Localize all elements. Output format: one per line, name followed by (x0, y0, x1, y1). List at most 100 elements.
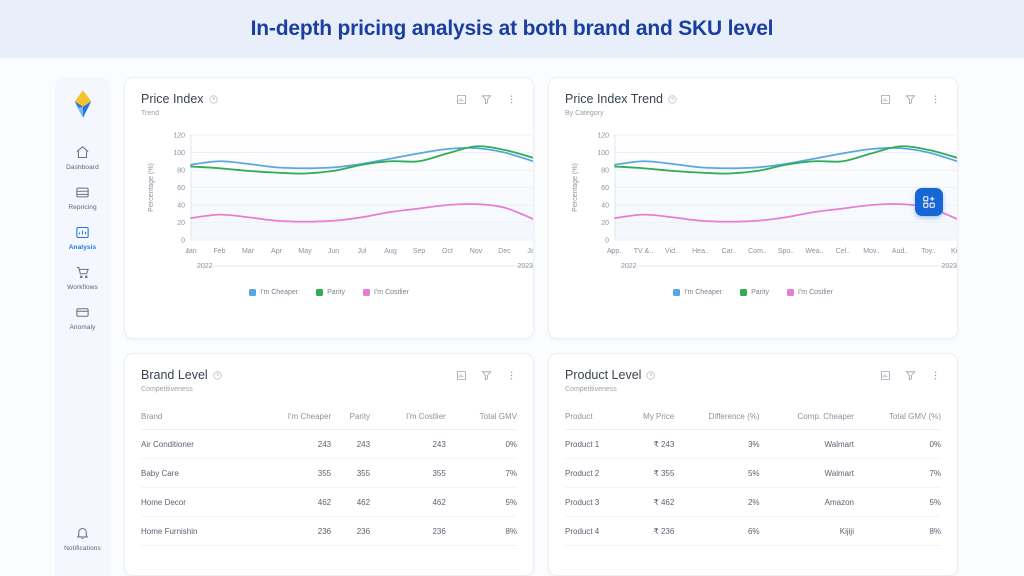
column-header[interactable]: Brand (141, 412, 249, 430)
table-cell: 5% (853, 487, 941, 517)
table-row[interactable]: Product 3 ₹ 462 2% Amazon 5% (565, 487, 941, 517)
svg-text:Wea..: Wea.. (805, 248, 823, 255)
table-row[interactable]: Product 1 ₹ 243 3% Walmart 0% (565, 429, 941, 459)
column-header[interactable]: Parity (331, 412, 371, 430)
column-header[interactable]: Comp. Cheaper (759, 412, 854, 430)
app-page: In-depth pricing analysis at both brand … (0, 0, 1024, 576)
sidebar-item-label: Notifications (64, 545, 101, 552)
help-icon[interactable] (646, 370, 656, 380)
sidebar-item-label: Dashboard (66, 164, 99, 171)
table-cell: Home Furnishin (141, 516, 249, 546)
chart-price-index: 0 20 40 60 80 100 120 Percentage (%) Jan Feb Mar Ap… (141, 127, 533, 287)
svg-text:Apr: Apr (271, 248, 283, 255)
table-cell: 5% (674, 458, 760, 488)
column-header[interactable]: I'm Cheaper (248, 412, 332, 430)
sidebar-item-label: Anomaly (69, 324, 96, 331)
legend-label: I'm Costlier (374, 289, 409, 296)
filter-icon[interactable] (905, 370, 916, 381)
tag-icon (75, 184, 91, 200)
svg-text:20: 20 (601, 220, 609, 227)
card-brand-level: Brand Level Competitiveness Brand I'm Ch… (124, 353, 534, 576)
export-chart-icon[interactable] (880, 370, 891, 381)
sidebar-item-anomaly[interactable]: Anomaly (55, 297, 110, 337)
card-subtitle: Competitiveness (141, 386, 193, 393)
table-row[interactable]: Product 2 ₹ 355 5% Walmart 7% (565, 458, 941, 488)
column-header[interactable]: Total GMV (%) (853, 412, 941, 430)
banner: In-depth pricing analysis at both brand … (0, 0, 1024, 58)
sidebar-item-workflows[interactable]: Workflows (55, 257, 110, 297)
help-icon[interactable] (208, 94, 218, 104)
svg-text:Mov..: Mov.. (863, 248, 880, 255)
table-cell: 243 (331, 429, 371, 459)
svg-text:20: 20 (177, 220, 185, 227)
svg-text:Hea..: Hea.. (692, 248, 709, 255)
filter-icon[interactable] (481, 370, 492, 381)
export-chart-icon[interactable] (456, 370, 467, 381)
column-header[interactable]: My Price (622, 412, 675, 430)
help-icon[interactable] (668, 94, 677, 104)
table-cell: ₹ 243 (622, 429, 675, 459)
app-shell: Dashboard Repricing Analysis Workflows A… (0, 58, 1024, 576)
table-cell: ₹ 462 (622, 487, 675, 517)
export-chart-icon[interactable] (880, 94, 891, 105)
column-header[interactable]: Difference (%) (674, 412, 760, 430)
svg-text:40: 40 (601, 203, 609, 210)
help-icon[interactable] (213, 370, 222, 380)
sidebar-item-label: Analysis (68, 244, 97, 251)
card-title-text: Price Index Trend (565, 92, 663, 106)
more-options-icon[interactable] (930, 94, 941, 105)
legend-label: I'm Cheaper (260, 289, 299, 296)
svg-text:Feb: Feb (213, 248, 225, 255)
svg-text:Oct: Oct (442, 248, 453, 255)
table-cell: 236 (248, 516, 332, 546)
svg-text:Aug: Aug (384, 248, 397, 255)
card-actions (456, 368, 517, 381)
sidebar-item-analysis[interactable]: Analysis (55, 217, 110, 257)
column-header[interactable]: I'm Costlier (370, 412, 446, 430)
legend-swatch (740, 289, 748, 296)
table-cell: Air Conditioner (141, 429, 249, 459)
legend-label: Parity (327, 289, 346, 296)
card-actions (456, 92, 517, 105)
line-chart-svg: 020406080100120Percentage (%)App.. TV &..… (572, 133, 957, 270)
more-options-icon[interactable] (506, 370, 517, 381)
sidebar-item-label: Workflows (67, 284, 98, 291)
sidebar-item-dashboard[interactable]: Dashboard (55, 137, 110, 177)
table-row[interactable]: Home Decor 462 462 462 5% (141, 487, 517, 517)
card-actions (880, 368, 941, 381)
svg-text:Mar: Mar (242, 248, 255, 255)
svg-text:120: 120 (173, 133, 185, 140)
table-cell: 462 (248, 487, 332, 517)
table-cell: Product 4 (565, 516, 623, 546)
svg-text:Jun: Jun (328, 248, 339, 255)
svg-text:Jan: Jan (527, 248, 534, 255)
filter-icon[interactable] (905, 94, 916, 105)
export-chart-icon[interactable] (456, 94, 467, 105)
sidebar-item-repricing[interactable]: Repricing (55, 177, 110, 217)
table-cell: 6% (674, 516, 760, 546)
table-row[interactable]: Home Furnishin 236 236 236 8% (141, 516, 517, 546)
card-title-text: Product Level (565, 368, 642, 382)
cart-icon (75, 264, 91, 280)
column-header[interactable]: Total GMV (445, 412, 517, 430)
svg-text:2022: 2022 (197, 263, 213, 270)
table-row[interactable]: Air Conditioner 243 243 243 0% (141, 429, 517, 459)
table-cell: 243 (370, 429, 446, 459)
more-options-icon[interactable] (506, 94, 517, 105)
legend-item-cheaper: I'm Cheaper (673, 289, 722, 296)
brand-level-table: Brand I'm Cheaper Parity I'm Costlier Total … (141, 412, 517, 546)
table-cell: Walmart (759, 429, 854, 459)
home-icon (75, 144, 91, 160)
table-row[interactable]: Baby Care 355 355 355 7% (141, 458, 517, 488)
table-row[interactable]: Product 4 ₹ 236 6% Kijiji 8% (565, 516, 941, 546)
column-header[interactable]: Product (565, 412, 623, 430)
svg-text:Toy..: Toy.. (921, 248, 935, 255)
more-options-icon[interactable] (930, 370, 941, 381)
table-header-row: Brand I'm Cheaper Parity I'm Costlier Total … (141, 412, 517, 430)
card-title: Price Index (141, 92, 218, 106)
widget-grid-button[interactable] (915, 188, 943, 216)
filter-icon[interactable] (481, 94, 492, 105)
table-cell: 7% (445, 458, 517, 488)
sidebar-item-notifications[interactable]: Notifications (55, 518, 110, 558)
svg-text:May: May (298, 248, 312, 255)
